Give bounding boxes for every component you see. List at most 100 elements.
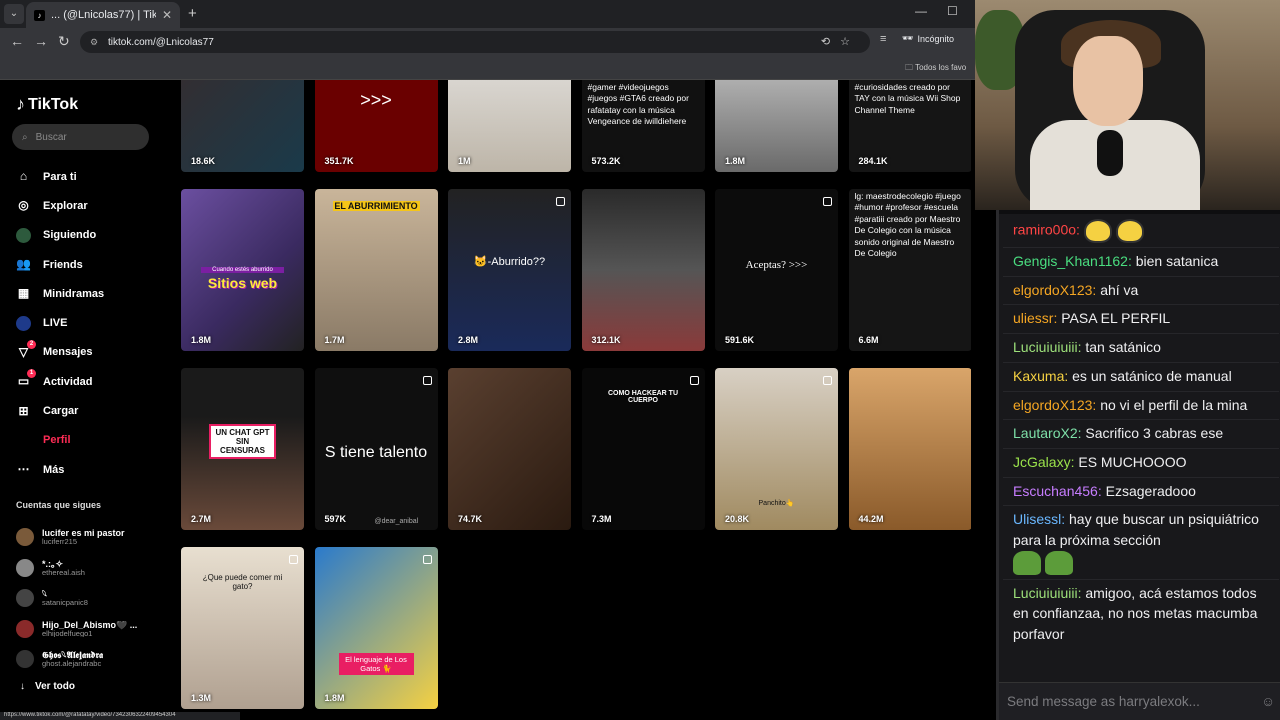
chat-username[interactable]: Gengis_Khan1162:	[1013, 253, 1132, 269]
view-count: 7.3M	[591, 514, 612, 524]
tab-media-icon[interactable]: ≡	[880, 33, 886, 45]
compass-icon: ◎	[18, 198, 29, 213]
maximize-icon[interactable]: ☐	[947, 4, 958, 18]
video-card[interactable]: EL ABURRIMIENTO 1.7M	[314, 189, 438, 351]
chat-username[interactable]: Ulisessl:	[1013, 511, 1065, 527]
chat-username[interactable]: elgordoX123:	[1013, 282, 1096, 298]
following-handle: ethereal.aish	[42, 567, 85, 576]
see-all-link[interactable]: ↓ Ver todo	[20, 681, 75, 692]
chat-username[interactable]: LautaroX2:	[1013, 425, 1082, 441]
chat-username[interactable]: JcGalaxy:	[1013, 454, 1074, 470]
nav-cargar[interactable]: ⊞ Cargar	[16, 396, 166, 425]
nav-label: Para ti	[43, 170, 77, 183]
nav-live[interactable]: LIVE	[16, 308, 166, 337]
video-card[interactable]: El lenguaje de Los Gatos 🐈 1.8M	[314, 547, 438, 709]
browser-tab[interactable]: ♪ ... (@Lnicolas77) | TikTok ✕	[26, 2, 180, 28]
address-bar[interactable]: ⚙ tiktok.com/@Lnicolas77 ⟲☆	[80, 31, 870, 53]
nav-label: Friends	[43, 258, 83, 271]
chat-message: JcGalaxy: ES MUCHOOOO	[1003, 449, 1279, 478]
video-card[interactable]: Cuando estés aburrido Sitios web 1.8M	[181, 189, 304, 351]
avatar	[16, 589, 34, 608]
video-card[interactable]: 312.1K	[581, 189, 705, 351]
nav-siguiendo[interactable]: Siguiendo	[16, 221, 166, 250]
following-item[interactable]: 𓆩 satanicpanic8	[16, 583, 166, 614]
chat-text: es un satánico de manual	[1072, 367, 1232, 384]
video-card[interactable]: UN CHAT GPT SIN CENSURAS 2.7M	[181, 368, 304, 530]
following-item[interactable]: *.:｡✧ ethereal.aish	[16, 553, 166, 584]
video-card[interactable]: 1M	[448, 80, 571, 172]
tab-title: ... (@Lnicolas77) | TikTok	[51, 9, 156, 21]
nav-perfil[interactable]: Perfil	[16, 426, 166, 455]
emote-picker-icon[interactable]: ☺	[1261, 694, 1275, 709]
chat-username[interactable]: Kaxuma:	[1013, 368, 1068, 384]
incognito-label: Incógnito	[917, 33, 954, 44]
chat-input[interactable]: Send message as harryalexok... ☺	[999, 682, 1280, 720]
nav-para-ti[interactable]: ⌂ Para ti	[16, 162, 166, 191]
video-card[interactable]: 44.2M	[848, 368, 971, 530]
url-text: tiktok.com/@Lnicolas77	[108, 36, 214, 48]
view-count: 1.8M	[725, 156, 746, 166]
view-count: 44.2M	[858, 514, 884, 524]
video-card[interactable]: #curiosidades creado por TAY con la músi…	[848, 80, 971, 172]
new-tab-icon[interactable]: +	[188, 5, 197, 22]
video-caption: #curiosidades creado por TAY con la músi…	[854, 82, 961, 115]
video-card[interactable]: #gamer #videojuegos #juegos #GTA6 creado…	[581, 80, 705, 172]
translate-and-bookmark-icons[interactable]: ⟲☆	[821, 35, 860, 48]
carousel-icon	[422, 376, 432, 385]
video-card[interactable]: lg: maestrodecolegio #juego #humor #prof…	[848, 189, 971, 351]
site-info-icon[interactable]: ⚙	[90, 37, 100, 47]
nav-actividad[interactable]: ▭ 1 Actividad	[16, 367, 166, 396]
following-item[interactable]: Hijo_Del_Abismo🖤 ... elhijodelfuego1	[16, 614, 166, 645]
search-input[interactable]: ⌕ Buscar	[12, 124, 149, 150]
chat-text: Ezsageradooo	[1105, 482, 1196, 499]
view-count: 351.7K	[324, 156, 354, 166]
video-card[interactable]: >>> 351.7K	[314, 80, 438, 172]
view-count: 6.6M	[858, 335, 879, 345]
minimize-icon[interactable]: —	[915, 4, 927, 18]
nav-minidramas[interactable]: ▦ Minidramas	[16, 279, 166, 308]
video-overlay-text: S tiene talento	[324, 444, 428, 461]
view-count: 1.3M	[191, 693, 212, 703]
folder-icon: 🗀	[905, 63, 916, 72]
close-tab-icon[interactable]: ✕	[162, 8, 172, 22]
video-card[interactable]: COMO HACKEAR TU CUERPO 7.3M	[581, 368, 705, 530]
following-item[interactable]: 𝕲𝖍𝖔𝖘𓆩𝕬𝖑𝖊𝖏𝖆𝖓𝖉𝖗𝖆 ghost.alejandrabc	[16, 644, 166, 675]
chat-username[interactable]: Escuchan456:	[1013, 483, 1102, 499]
chat-username[interactable]: uliessr:	[1013, 310, 1057, 326]
chat-username[interactable]: ramiro00o:	[1013, 222, 1080, 238]
tab-search-icon[interactable]: ⌄	[4, 4, 24, 24]
video-card[interactable]: 🐱-Aburrido?? 2.8M	[448, 189, 571, 351]
frog-emote-icon	[1013, 550, 1041, 575]
chat-username[interactable]: elgordoX123:	[1013, 397, 1096, 413]
following-item[interactable]: lucifer es mi pastor luciferr215	[16, 522, 166, 553]
upload-icon: ⊞	[18, 403, 29, 418]
video-overlay-text: Aceptas? >>>	[745, 259, 808, 271]
nav-mensajes[interactable]: ▽ 2 Mensajes	[16, 338, 166, 367]
forward-icon[interactable]: →	[34, 33, 48, 49]
video-handle: @dear_anibal	[374, 518, 419, 525]
reload-icon[interactable]: ↻	[58, 33, 70, 50]
nav-friends[interactable]: 👥 Friends	[16, 250, 166, 279]
back-icon[interactable]: ←	[10, 33, 24, 49]
view-count: 20.8K	[725, 514, 750, 524]
tiktok-logo[interactable]: ♪ TikTok	[16, 94, 78, 115]
video-card[interactable]: ¿Que puede comer mi gato? 1.3M	[181, 547, 304, 709]
chat-username[interactable]: Luciuiuiuiii:	[1013, 339, 1081, 355]
incognito-indicator[interactable]: 🕶 Incógnito	[902, 33, 954, 44]
chat-text: no vi el perfil de la mina	[1100, 396, 1248, 413]
video-card[interactable]: Panchito👆 20.8K	[715, 368, 838, 530]
carousel-icon	[823, 197, 832, 206]
chat-username[interactable]: Luciuiuiuiii:	[1013, 585, 1081, 601]
video-overlay-text: >>>	[360, 90, 392, 110]
video-card[interactable]: 18.6K	[181, 80, 304, 172]
nav-mas[interactable]: ⋯ Más	[16, 455, 166, 484]
carousel-icon	[823, 376, 832, 385]
all-bookmarks-folder[interactable]: 🗀 Todos los favo	[905, 62, 966, 76]
video-card[interactable]: 74.7K	[448, 368, 571, 530]
video-card[interactable]: S tiene talento @dear_anibal 597K	[314, 368, 438, 530]
video-card[interactable]: 1.8M	[715, 80, 838, 172]
nav-label: Perfil	[43, 434, 71, 447]
video-card[interactable]: Aceptas? >>> 591.6K	[715, 189, 838, 351]
frog-emote-icon	[1044, 550, 1073, 575]
nav-explorar[interactable]: ◎ Explorar	[16, 191, 166, 220]
